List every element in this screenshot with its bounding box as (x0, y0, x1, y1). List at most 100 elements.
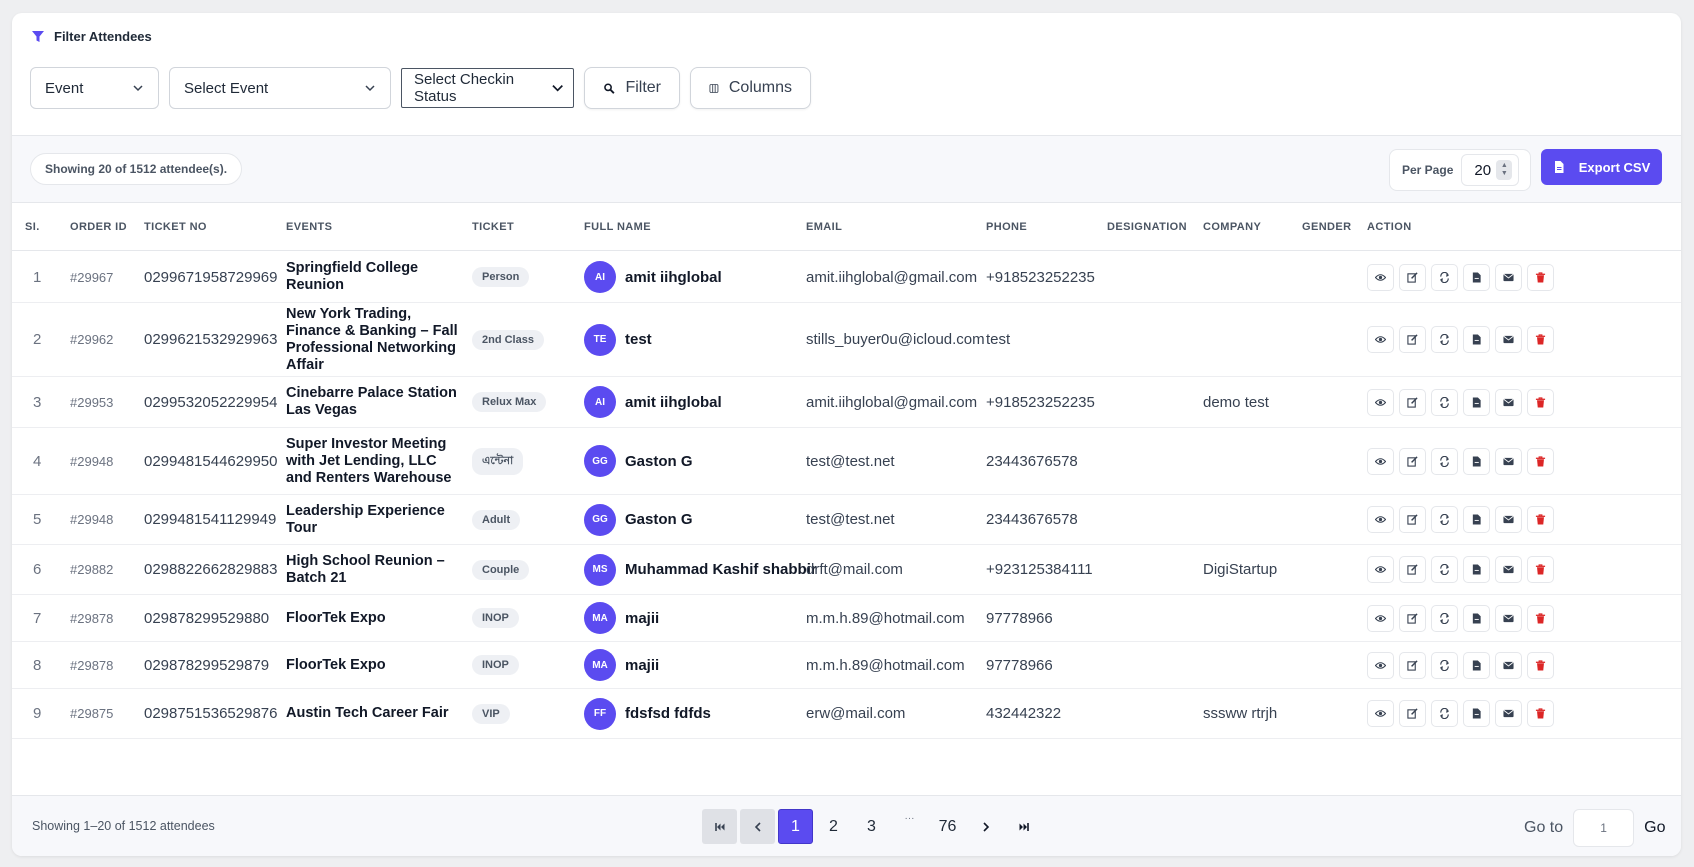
checkin-status-select[interactable]: Select Checkin Status (401, 68, 574, 108)
pdf-button[interactable] (1463, 388, 1490, 416)
mail-button[interactable] (1495, 506, 1522, 533)
mail-button[interactable] (1495, 651, 1522, 679)
pdf-button[interactable] (1463, 447, 1490, 475)
edit-button[interactable] (1399, 604, 1426, 632)
pdf-icon (1472, 708, 1481, 719)
sl-cell: 3 (33, 377, 41, 427)
per-page-label: Per Page (1402, 163, 1454, 177)
columns-button[interactable]: Columns (690, 67, 811, 109)
refresh-button[interactable] (1431, 604, 1458, 632)
filter-controls: Event Select Event Select Checkin Status… (30, 67, 811, 109)
refresh-button[interactable] (1431, 556, 1458, 583)
mail-button[interactable] (1495, 326, 1522, 353)
edit-button[interactable] (1399, 651, 1426, 679)
last-page-button[interactable] (1006, 809, 1041, 844)
order-text: #29948 (70, 453, 114, 469)
eye-icon (1375, 661, 1386, 669)
export-csv-button[interactable]: Export CSV (1541, 149, 1662, 185)
pdf-button[interactable] (1463, 604, 1490, 632)
edit-button[interactable] (1399, 263, 1426, 291)
trash-button[interactable] (1527, 326, 1554, 353)
trash-button[interactable] (1527, 447, 1554, 475)
refresh-button[interactable] (1431, 651, 1458, 679)
trash-button[interactable] (1527, 263, 1554, 291)
eye-button[interactable] (1367, 604, 1394, 632)
trash-button[interactable] (1527, 651, 1554, 679)
edit-button[interactable] (1399, 326, 1426, 353)
edit-icon (1407, 514, 1418, 525)
refresh-button[interactable] (1431, 388, 1458, 416)
eye-button[interactable] (1367, 651, 1394, 679)
eye-button[interactable] (1367, 556, 1394, 583)
per-page-stepper[interactable]: ▲ ▼ (1496, 160, 1513, 180)
page-button-76[interactable]: 76 (930, 809, 965, 844)
eye-button[interactable] (1367, 506, 1394, 533)
full-name-cell: MS Muhammad Kashif shabbir (584, 545, 817, 594)
table-row: 8 #29878 029878299529879 FloorTek Expo INOP M… (12, 642, 1681, 689)
refresh-button[interactable] (1431, 506, 1458, 533)
avatar: AI (584, 261, 616, 293)
per-page-input[interactable]: 20 ▲ ▼ (1461, 154, 1520, 186)
eye-button[interactable] (1367, 447, 1394, 475)
eye-button[interactable] (1367, 700, 1394, 727)
column-header: COMPANY (1203, 221, 1262, 233)
edit-button[interactable] (1399, 447, 1426, 475)
trash-button[interactable] (1527, 506, 1554, 533)
trash-button[interactable] (1527, 604, 1554, 632)
type-select[interactable]: Event (30, 67, 159, 109)
ticket-no-cell: 029878299529879 (144, 642, 269, 688)
prev-page-button[interactable] (740, 809, 775, 844)
email-text: drft@mail.com (806, 561, 903, 578)
order-text: #29948 (70, 512, 114, 527)
eye-button[interactable] (1367, 326, 1394, 353)
mail-button[interactable] (1495, 263, 1522, 291)
ticket-no-text: 0299481541129949 (144, 511, 277, 528)
mail-button[interactable] (1495, 556, 1522, 583)
mail-button[interactable] (1495, 604, 1522, 632)
goto-page-input[interactable]: 1 (1573, 809, 1635, 847)
attendee-name: Gaston G (625, 511, 693, 528)
pdf-button[interactable] (1463, 506, 1490, 533)
ticket-no-cell: 0298751536529876 (144, 689, 277, 738)
page-button-1[interactable]: 1 (778, 809, 813, 844)
event-select[interactable]: Select Event (169, 67, 391, 109)
full-name-cell: MA majii (584, 642, 659, 688)
action-cell (1367, 545, 1554, 594)
pdf-icon (1472, 334, 1481, 345)
mail-button[interactable] (1495, 447, 1522, 475)
filter-button[interactable]: Filter (584, 67, 680, 109)
trash-button[interactable] (1527, 556, 1554, 583)
event-text: Leadership Experience Tour (286, 502, 445, 536)
eye-button[interactable] (1367, 388, 1394, 416)
goto-label: Go to (1524, 819, 1564, 836)
edit-button[interactable] (1399, 700, 1426, 727)
pdf-button[interactable] (1463, 263, 1490, 291)
table-row: 4 #29948 0299481544629950 Super Investor Me… (12, 428, 1681, 495)
phone-cell: test (986, 303, 1010, 376)
go-button[interactable]: Go (1644, 819, 1665, 837)
first-page-button[interactable] (702, 809, 737, 844)
refresh-button[interactable] (1431, 326, 1458, 353)
refresh-button[interactable] (1431, 447, 1458, 475)
edit-button[interactable] (1399, 556, 1426, 583)
refresh-button[interactable] (1431, 700, 1458, 727)
pdf-button[interactable] (1463, 651, 1490, 679)
order-text: #29875 (70, 706, 114, 721)
full-name-cell: MA majii (584, 595, 659, 641)
next-page-button[interactable] (968, 809, 1003, 844)
eye-icon (1375, 516, 1386, 523)
mail-button[interactable] (1495, 388, 1522, 416)
trash-button[interactable] (1527, 700, 1554, 727)
mail-button[interactable] (1495, 700, 1522, 727)
refresh-button[interactable] (1431, 263, 1458, 291)
trash-button[interactable] (1527, 388, 1554, 416)
pdf-button[interactable] (1463, 326, 1490, 353)
page-button-2[interactable]: 2 (816, 809, 851, 844)
edit-button[interactable] (1399, 388, 1426, 416)
edit-button[interactable] (1399, 506, 1426, 533)
pdf-button[interactable] (1463, 700, 1490, 727)
eye-button[interactable] (1367, 263, 1394, 291)
phone-cell: +918523252235 (986, 252, 1095, 302)
pdf-button[interactable] (1463, 556, 1490, 583)
page-button-3[interactable]: 3 (854, 809, 889, 844)
